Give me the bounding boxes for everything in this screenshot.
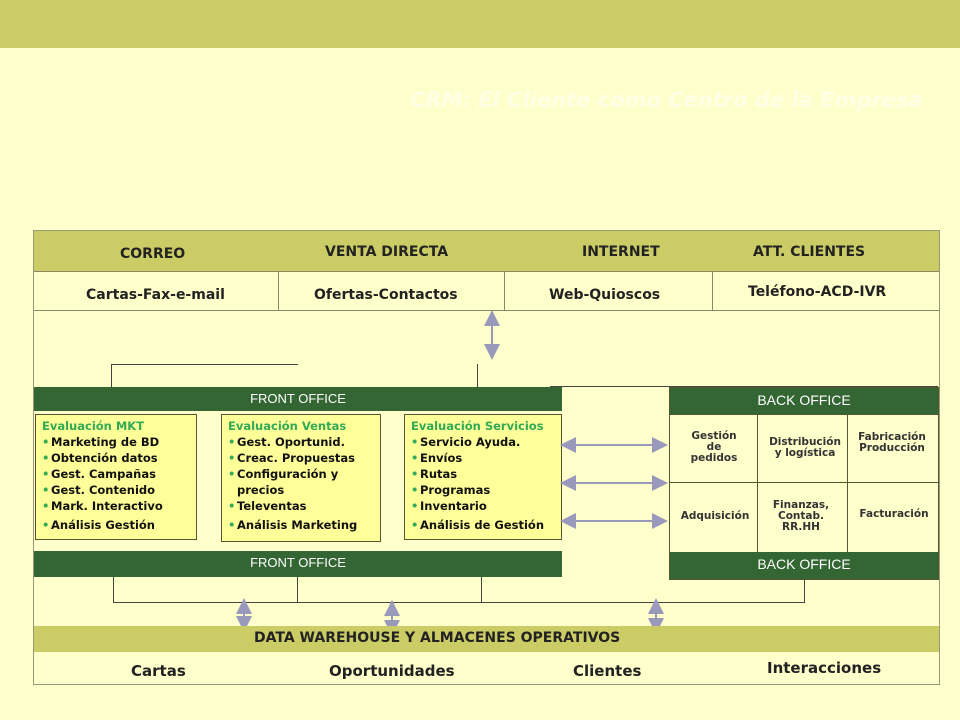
data-warehouse-bar: DATA WAREHOUSE Y ALMACENES OPERATIVOS (34, 626, 939, 652)
dw-cartas: Cartas (131, 662, 186, 680)
dw-oportunidades: Oportunidades (329, 662, 455, 680)
arrows-layer (236, 310, 668, 636)
dw-interacciones: Interacciones (767, 659, 882, 677)
dw-clientes: Clientes (573, 662, 642, 680)
data-warehouse-label: DATA WAREHOUSE Y ALMACENES OPERATIVOS (254, 630, 621, 646)
